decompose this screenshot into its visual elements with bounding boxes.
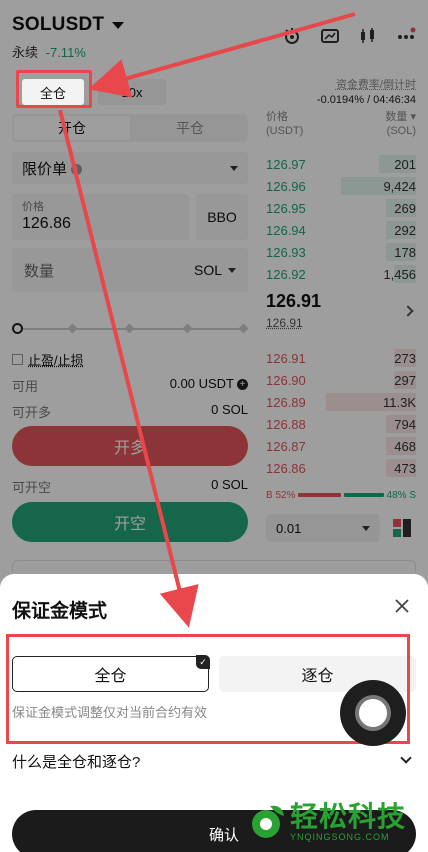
faq-link[interactable]: 什么是全仓和逐仓? (12, 751, 140, 772)
close-icon[interactable] (394, 598, 410, 614)
watermark-text: 轻松科技 (290, 801, 407, 832)
watermark: 轻松科技 YNQINGSONG.COM (248, 802, 406, 842)
watermark-logo (248, 802, 288, 842)
chevron-down-icon[interactable] (400, 752, 412, 764)
watermark-subtext: YNQINGSONG.COM (290, 832, 390, 842)
floating-assistive-button[interactable] (340, 680, 406, 746)
margin-mode-button-highlighted[interactable]: 全仓 (22, 79, 84, 105)
sheet-title: 保证金模式 (12, 601, 108, 622)
